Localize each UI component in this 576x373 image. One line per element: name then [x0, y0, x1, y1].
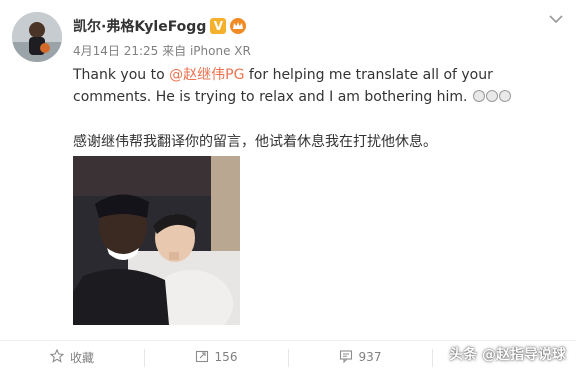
post-source: 来自 iPhone XR	[162, 44, 251, 58]
laugh-emoji-icon	[498, 90, 511, 102]
watermark: 头条 @赵指导说球	[449, 347, 566, 363]
post-meta: 4月14日 21:25 来自 iPhone XR	[73, 42, 251, 59]
favorite-button[interactable]: 收藏	[0, 341, 144, 373]
repost-button[interactable]: 156	[144, 341, 288, 373]
comment-button[interactable]: 937	[288, 341, 432, 373]
laugh-emoji-icon	[472, 90, 485, 102]
post-photo[interactable]	[73, 156, 240, 325]
verified-badge-icon: V	[210, 18, 227, 34]
username-text[interactable]: 凯尔·弗格KyleFogg	[73, 16, 206, 36]
chevron-down-icon[interactable]	[548, 10, 564, 24]
comment-icon	[339, 349, 353, 366]
comment-count: 937	[358, 350, 382, 364]
crown-icon	[230, 18, 247, 34]
repost-count: 156	[214, 350, 238, 364]
post-text-en: Thank you to @赵继伟PG for helping me trans…	[73, 64, 563, 108]
text-en-before: Thank you to	[73, 67, 170, 83]
favorite-label: 收藏	[69, 350, 94, 365]
post-date[interactable]: 4月14日 21:25	[73, 44, 158, 58]
repost-icon	[195, 349, 209, 366]
post-author[interactable]: 凯尔·弗格KyleFogg V	[73, 16, 247, 36]
star-icon	[49, 348, 65, 366]
laugh-emoji-icon	[485, 90, 498, 102]
mention-link[interactable]: @赵继伟PG	[169, 67, 244, 83]
post-text-cn: 感谢继伟帮我翻译你的留言，他试着休息我在打扰他休息。	[73, 134, 437, 150]
avatar[interactable]	[12, 12, 62, 62]
